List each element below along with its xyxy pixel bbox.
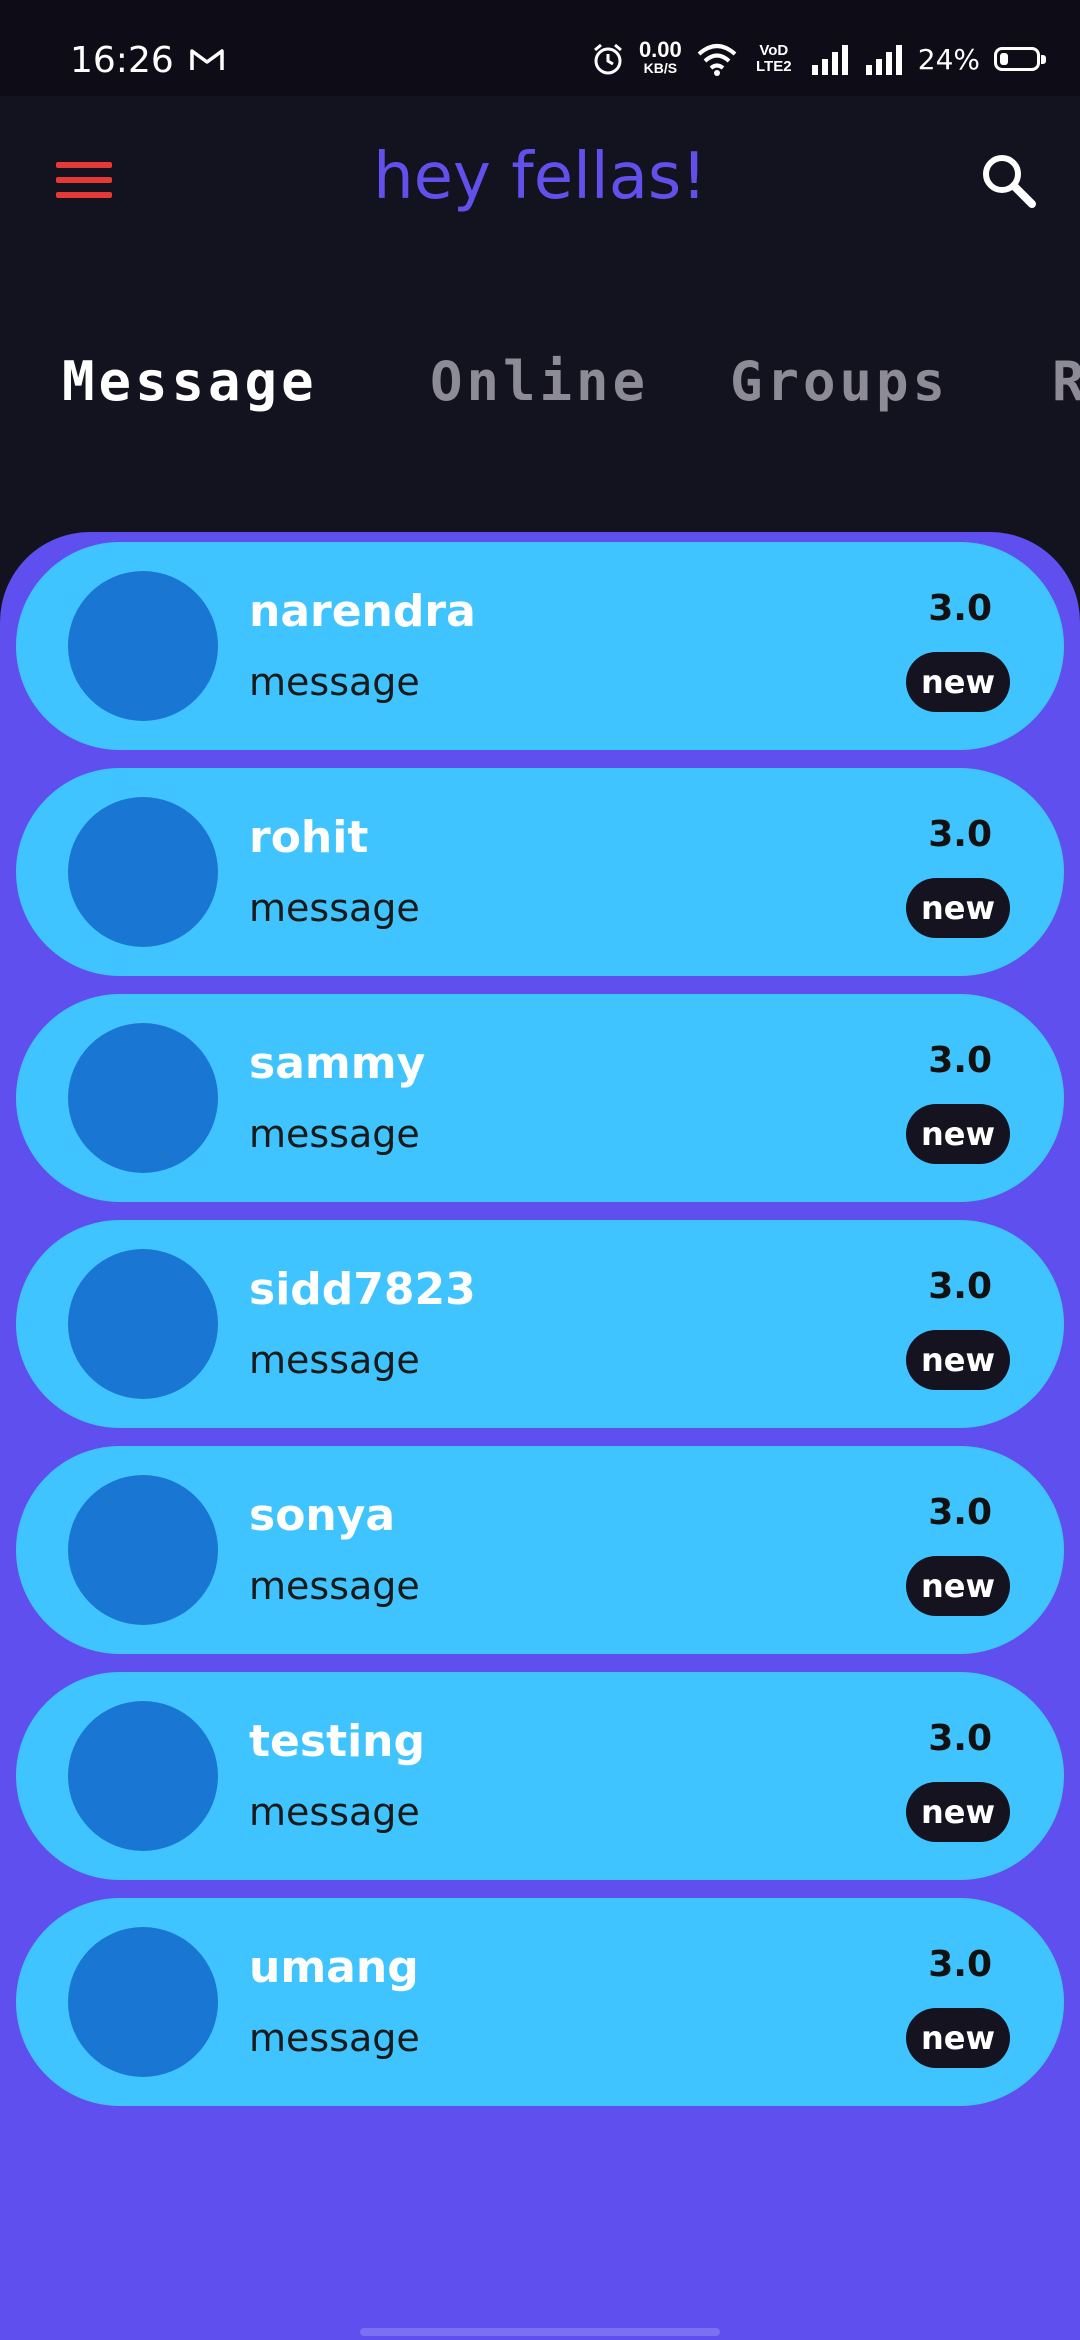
avatar[interactable] xyxy=(68,571,218,721)
volte-indicator: VoD LTE2 xyxy=(755,42,792,75)
new-badge: new xyxy=(906,1104,1010,1164)
chat-name: testing xyxy=(249,1716,425,1767)
chat-rating: 3.0 xyxy=(928,588,992,629)
avatar[interactable] xyxy=(68,797,218,947)
status-time: 16:26 xyxy=(70,40,174,81)
tab-online[interactable]: Online xyxy=(430,350,649,413)
tab-groups[interactable]: Groups xyxy=(730,350,949,413)
chat-item[interactable]: umang message 3.0 new xyxy=(16,1898,1064,2106)
status-bar: 16:26 0.00 KB/S VoD LTE2 24% xyxy=(0,0,1080,96)
app-title: hey fellas! xyxy=(373,140,707,214)
battery-icon xyxy=(994,47,1046,71)
chat-message: message xyxy=(249,886,420,930)
new-badge: new xyxy=(906,878,1010,938)
chat-rating: 3.0 xyxy=(928,1492,992,1533)
chat-list-panel: narendra message 3.0 new rohit message 3.0 new s… xyxy=(0,532,1080,2340)
signal-icon xyxy=(811,45,848,75)
chat-item[interactable]: sidd7823 message 3.0 new xyxy=(16,1220,1064,1428)
avatar[interactable] xyxy=(68,1023,218,1173)
chat-item[interactable]: narendra message 3.0 new xyxy=(16,542,1064,750)
new-badge: new xyxy=(906,1782,1010,1842)
search-icon[interactable] xyxy=(978,150,1038,210)
chat-name: sammy xyxy=(249,1038,426,1089)
net-speed-value: 0.00 xyxy=(638,37,682,62)
chat-name: umang xyxy=(249,1942,419,1993)
chat-rating: 3.0 xyxy=(928,1266,992,1307)
avatar[interactable] xyxy=(68,1927,218,2077)
chat-item[interactable]: sammy message 3.0 new xyxy=(16,994,1064,1202)
battery-percent: 24% xyxy=(917,42,980,76)
chat-rating: 3.0 xyxy=(928,1944,992,1985)
avatar[interactable] xyxy=(68,1475,218,1625)
new-badge: new xyxy=(906,1330,1010,1390)
chat-name: narendra xyxy=(249,586,476,637)
avatar[interactable] xyxy=(68,1249,218,1399)
status-icons: 0.00 KB/S VoD LTE2 24% xyxy=(591,34,1046,84)
chat-item[interactable]: rohit message 3.0 new xyxy=(16,768,1064,976)
chat-message: message xyxy=(249,1790,420,1834)
chat-name: sidd7823 xyxy=(249,1264,476,1315)
alarm-icon xyxy=(593,43,622,75)
chat-item[interactable]: testing message 3.0 new xyxy=(16,1672,1064,1880)
chat-message: message xyxy=(249,1338,420,1382)
chat-name: sonya xyxy=(249,1490,396,1541)
chat-rating: 3.0 xyxy=(928,814,992,855)
new-badge: new xyxy=(906,2008,1010,2068)
new-badge: new xyxy=(906,652,1010,712)
chat-rating: 3.0 xyxy=(928,1040,992,1081)
chat-message: message xyxy=(249,1112,420,1156)
net-speed-unit: KB/S xyxy=(643,60,678,76)
home-indicator[interactable] xyxy=(360,2328,720,2336)
tab-bar: Message Online Groups R xyxy=(0,350,1080,440)
chat-rating: 3.0 xyxy=(928,1718,992,1759)
chat-name: rohit xyxy=(249,812,369,863)
signal-icon-2 xyxy=(865,45,902,75)
chat-item[interactable]: sonya message 3.0 new xyxy=(16,1446,1064,1654)
avatar[interactable] xyxy=(68,1701,218,1851)
gmail-icon xyxy=(190,49,224,70)
new-badge: new xyxy=(906,1556,1010,1616)
net-speed: 0.00 KB/S xyxy=(638,37,682,77)
chat-message: message xyxy=(249,2016,420,2060)
tab-message[interactable]: Message xyxy=(62,350,318,413)
wifi-icon xyxy=(697,44,737,76)
chat-message: message xyxy=(249,660,420,704)
app-bar: hey fellas! xyxy=(0,96,1080,266)
chat-message: message xyxy=(249,1564,420,1608)
tab-partial[interactable]: R xyxy=(1052,350,1080,413)
